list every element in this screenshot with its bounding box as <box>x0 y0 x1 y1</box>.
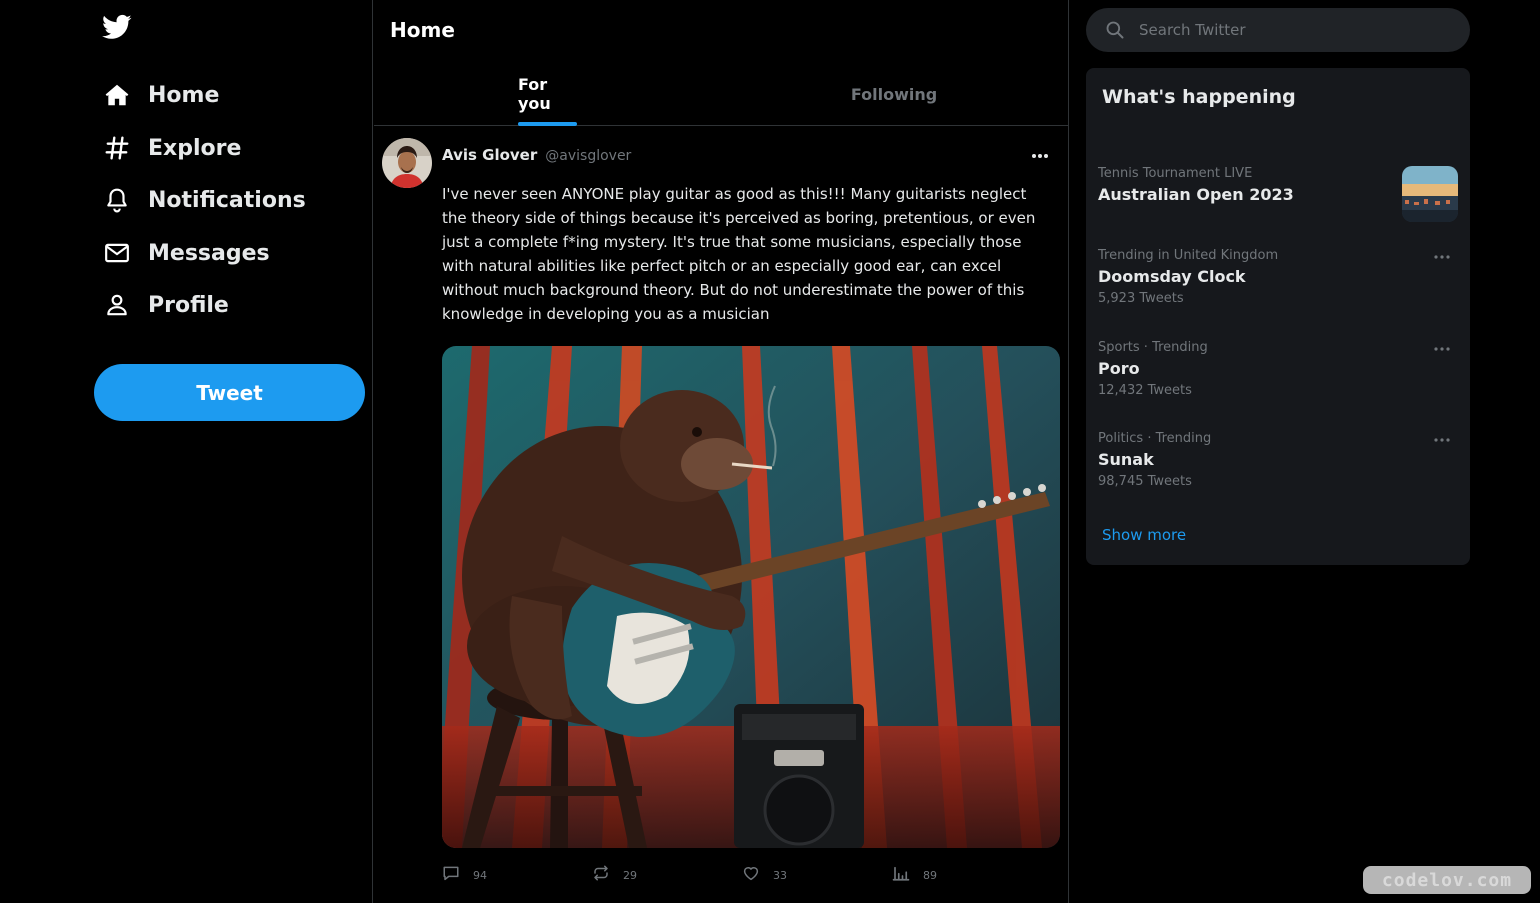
main-timeline: Home For you Following Avis Glover @avis… <box>374 0 1069 903</box>
reply-icon <box>442 864 460 886</box>
trend-context: Sports · Trending <box>1098 340 1208 355</box>
nav-item-notifications[interactable]: Notifications <box>103 180 306 220</box>
more-options-icon[interactable] <box>1432 250 1452 264</box>
trend-context: Trending in United Kingdom <box>1098 248 1279 263</box>
trend-name: Sunak <box>1098 450 1154 469</box>
trend-item[interactable]: Sports · Trending Poro 12,432 Tweets <box>1098 340 1458 398</box>
nav-label-notifications: Notifications <box>148 187 306 213</box>
trend-count: 98,745 Tweets <box>1098 474 1192 489</box>
search-icon <box>1104 19 1126 41</box>
tweet-image[interactable] <box>442 346 1060 848</box>
tweet[interactable]: Avis Glover @avisglover I've never seen … <box>374 126 1069 903</box>
tweet-header: Avis Glover @avisglover <box>442 146 631 164</box>
trend-item[interactable]: Tennis Tournament LIVE Australian Open 2… <box>1098 166 1458 222</box>
nav-label-messages: Messages <box>148 240 270 266</box>
home-icon <box>103 81 131 109</box>
tweet-actions: 94 29 33 89 <box>442 864 962 884</box>
like-count: 33 <box>773 868 787 882</box>
trend-count: 5,923 Tweets <box>1098 291 1184 306</box>
like-button[interactable]: 33 <box>742 864 787 886</box>
trend-thumbnail <box>1402 166 1458 222</box>
tab-following[interactable]: Following <box>844 62 944 126</box>
bar-chart-icon <box>892 864 910 886</box>
watermark: codelov.com <box>1363 866 1531 894</box>
trend-context: Politics · Trending <box>1098 431 1212 446</box>
nav-label-explore: Explore <box>148 135 242 161</box>
page-title: Home <box>390 18 455 42</box>
bell-icon <box>103 186 131 214</box>
envelope-icon <box>103 239 131 267</box>
nav-label-home: Home <box>148 82 220 108</box>
tweet-text: I've never seen ANYONE play guitar as go… <box>442 185 1036 323</box>
reply-button[interactable]: 94 <box>442 864 487 886</box>
tweet-button[interactable]: Tweet <box>94 364 365 421</box>
more-options-icon[interactable] <box>1432 433 1452 447</box>
search-input[interactable] <box>1139 21 1439 39</box>
trend-name: Poro <box>1098 359 1140 378</box>
more-options-icon[interactable] <box>1432 342 1452 356</box>
timeline-tabs: For you Following <box>374 62 1069 126</box>
trend-item[interactable]: Trending in United Kingdom Doomsday Cloc… <box>1098 248 1458 306</box>
person-icon <box>103 291 131 319</box>
avatar[interactable] <box>382 138 432 188</box>
trend-item[interactable]: Politics · Trending Sunak 98,745 Tweets <box>1098 431 1458 489</box>
left-sidebar: Home Explore Notifications Messages Prof… <box>0 0 373 903</box>
search-bar[interactable] <box>1086 8 1470 52</box>
views-count: 89 <box>923 868 937 882</box>
views-button[interactable]: 89 <box>892 864 937 886</box>
whats-happening-panel: What's happening Tennis Tournament LIVE … <box>1086 68 1470 565</box>
nav-item-home[interactable]: Home <box>103 75 219 115</box>
retweet-button[interactable]: 29 <box>592 864 637 886</box>
tab-label: For you <box>518 75 551 113</box>
nav-item-explore[interactable]: Explore <box>103 128 241 168</box>
heart-icon <box>742 864 760 886</box>
nav-item-messages[interactable]: Messages <box>103 233 270 273</box>
nav-item-profile[interactable]: Profile <box>103 285 229 325</box>
retweet-icon <box>592 864 610 886</box>
tab-label: Following <box>850 84 938 104</box>
tab-for-you[interactable]: For you <box>518 62 577 126</box>
author-handle[interactable]: @avisglover <box>545 148 631 164</box>
retweet-count: 29 <box>623 868 637 882</box>
hashtag-icon <box>103 134 131 162</box>
trend-count: 12,432 Tweets <box>1098 383 1192 398</box>
author-name[interactable]: Avis Glover <box>442 146 537 164</box>
trend-name: Doomsday Clock <box>1098 267 1246 286</box>
trends-title: What's happening <box>1102 86 1296 108</box>
nav-label-profile: Profile <box>148 292 229 318</box>
more-options-icon[interactable] <box>1030 146 1050 166</box>
twitter-bird-icon[interactable] <box>100 12 134 42</box>
reply-count: 94 <box>473 868 487 882</box>
show-more-link[interactable]: Show more <box>1102 526 1186 544</box>
